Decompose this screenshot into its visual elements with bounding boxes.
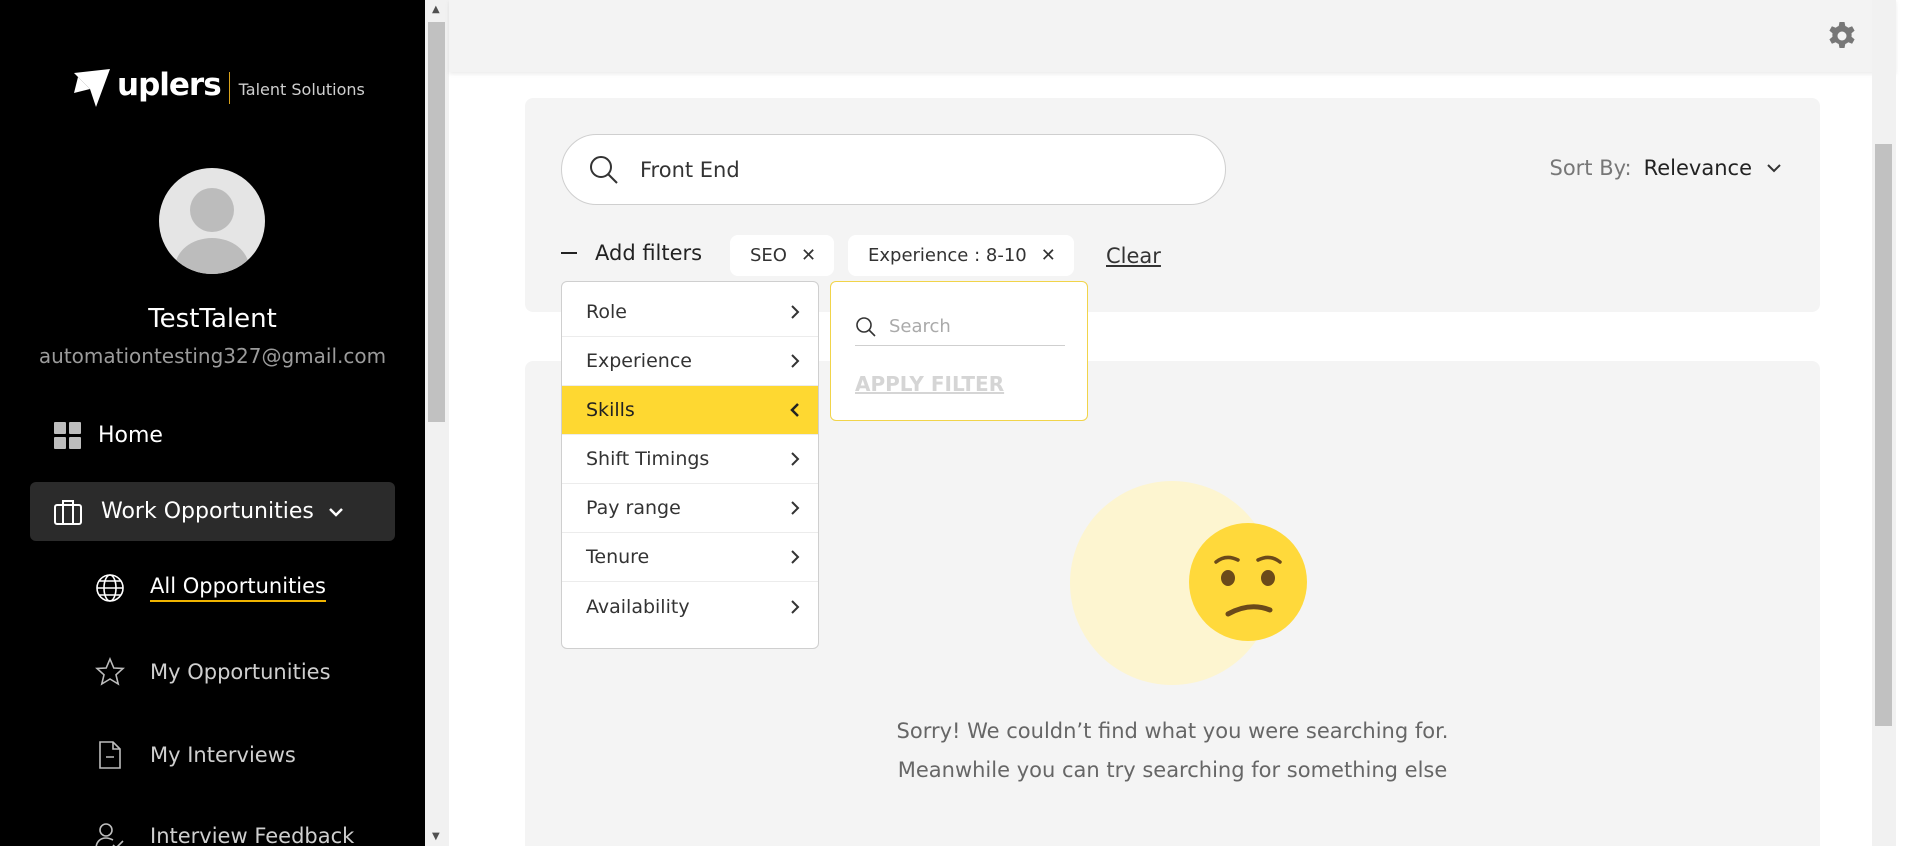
sort-by-label: Sort By: (1549, 156, 1632, 180)
skills-search-input[interactable] (889, 316, 1049, 337)
filter-menu-item-tenure[interactable]: Tenure (562, 533, 818, 582)
nav-interview-feedback[interactable]: Interview Feedback (94, 820, 354, 846)
nav-my-opportunities[interactable]: My Opportunities (94, 656, 331, 688)
top-bar (449, 0, 1896, 72)
filter-menu-item-skills[interactable]: Skills (562, 386, 818, 435)
document-icon (94, 739, 126, 771)
add-filters-label: Add filters (595, 241, 703, 265)
page-scrollbar[interactable] (1872, 0, 1896, 846)
sort-by-dropdown[interactable]: Sort By: Relevance (1549, 156, 1782, 180)
chevron-right-icon (791, 599, 800, 614)
skills-filter-popup: APPLY FILTER (830, 281, 1088, 421)
add-filters-toggle[interactable]: Add filters (561, 241, 702, 265)
filter-menu-item-label: Tenure (586, 546, 650, 568)
gear-icon[interactable] (1826, 20, 1858, 52)
avatar-body (175, 238, 249, 274)
nav-all-opportunities-label: All Opportunities (150, 574, 326, 602)
brand-divider (228, 72, 230, 104)
briefcase-icon (54, 499, 82, 525)
filter-menu-item-label: Shift Timings (586, 448, 710, 470)
user-email: automationtesting327@gmail.com (38, 344, 387, 368)
nav-home[interactable]: Home (54, 422, 163, 449)
filter-chip-label: Experience : 8-10 (868, 245, 1027, 266)
nav-all-opportunities[interactable]: All Opportunities (94, 572, 326, 604)
filter-menu: Role Experience Skills Shift Timings Pay… (561, 281, 819, 649)
filter-menu-item-label: Pay range (586, 497, 681, 519)
filter-menu-item-label: Experience (586, 350, 692, 372)
star-icon (94, 656, 126, 688)
filter-menu-item-experience[interactable]: Experience (562, 337, 818, 386)
nav-work-label: Work Opportunities (101, 499, 314, 524)
filter-menu-item-label: Skills (586, 399, 635, 421)
search-panel: Sort By: Relevance Add filters SEO ✕ Exp… (525, 98, 1820, 312)
chevron-right-icon (791, 305, 800, 319)
filter-menu-item-label: Role (586, 301, 627, 323)
chevron-right-icon (791, 452, 800, 466)
filter-menu-item-label: Availability (586, 595, 690, 618)
worried-face-icon (1189, 523, 1307, 641)
search-icon (856, 316, 876, 337)
close-icon[interactable]: ✕ (1041, 245, 1056, 266)
avatar[interactable] (159, 168, 265, 274)
minus-icon (561, 252, 577, 254)
skills-search-box[interactable] (855, 308, 1065, 346)
sidebar: uplers Talent Solutions TestTalent autom… (0, 0, 425, 846)
brand-tagline: Talent Solutions (238, 80, 365, 99)
chevron-right-icon (791, 354, 800, 368)
search-input[interactable] (640, 157, 1200, 182)
uplers-logo-icon (74, 69, 110, 107)
nav-work-opportunities[interactable]: Work Opportunities (30, 482, 395, 541)
chevron-down-icon (1767, 164, 1781, 173)
grid-icon (54, 422, 81, 449)
user-name: TestTalent (148, 304, 277, 334)
filter-menu-item-shift-timings[interactable]: Shift Timings (562, 435, 818, 484)
chevron-right-icon (791, 501, 800, 515)
close-icon[interactable]: ✕ (801, 245, 816, 266)
avatar-head (190, 188, 234, 232)
chevron-down-icon (328, 507, 343, 517)
scroll-down-arrow-icon[interactable]: ▼ (432, 831, 440, 842)
nav-interview-feedback-label: Interview Feedback (150, 824, 355, 846)
nav-my-interviews-label: My Interviews (150, 743, 296, 767)
filter-chip-label: SEO (750, 245, 787, 266)
sidebar-scrollbar-thumb[interactable] (428, 22, 445, 422)
nav-my-interviews[interactable]: My Interviews (94, 739, 296, 771)
empty-state-message: Sorry! We couldn’t find what you were se… (896, 719, 1449, 743)
brand-logo[interactable]: uplers Talent Solutions (70, 66, 365, 110)
filter-menu-item-pay-range[interactable]: Pay range (562, 484, 818, 533)
nav-my-opportunities-label: My Opportunities (150, 660, 331, 684)
filter-chip-experience: Experience : 8-10 ✕ (848, 235, 1074, 276)
globe-icon (94, 572, 126, 604)
filter-menu-item-role[interactable]: Role (562, 288, 818, 337)
empty-state-hint: Meanwhile you can try searching for some… (897, 758, 1448, 782)
scroll-up-arrow-icon[interactable]: ▲ (432, 4, 440, 15)
brand-name: uplers (117, 67, 222, 103)
filter-chip-seo: SEO ✕ (730, 235, 835, 276)
sort-by-value: Relevance (1643, 156, 1752, 180)
filter-menu-item-availability[interactable]: Availability (562, 582, 818, 631)
search-icon (590, 155, 618, 184)
search-box[interactable] (561, 134, 1226, 205)
nav-home-label: Home (98, 423, 163, 448)
chevron-left-icon (790, 403, 799, 417)
apply-filter-button[interactable]: APPLY FILTER (855, 372, 1004, 396)
chevron-right-icon (791, 550, 800, 564)
clear-filters-link[interactable]: Clear (1106, 244, 1161, 268)
sidebar-scrollbar[interactable]: ▲ ▼ (425, 0, 449, 846)
user-check-icon (94, 820, 126, 846)
page-scrollbar-thumb[interactable] (1875, 144, 1892, 726)
